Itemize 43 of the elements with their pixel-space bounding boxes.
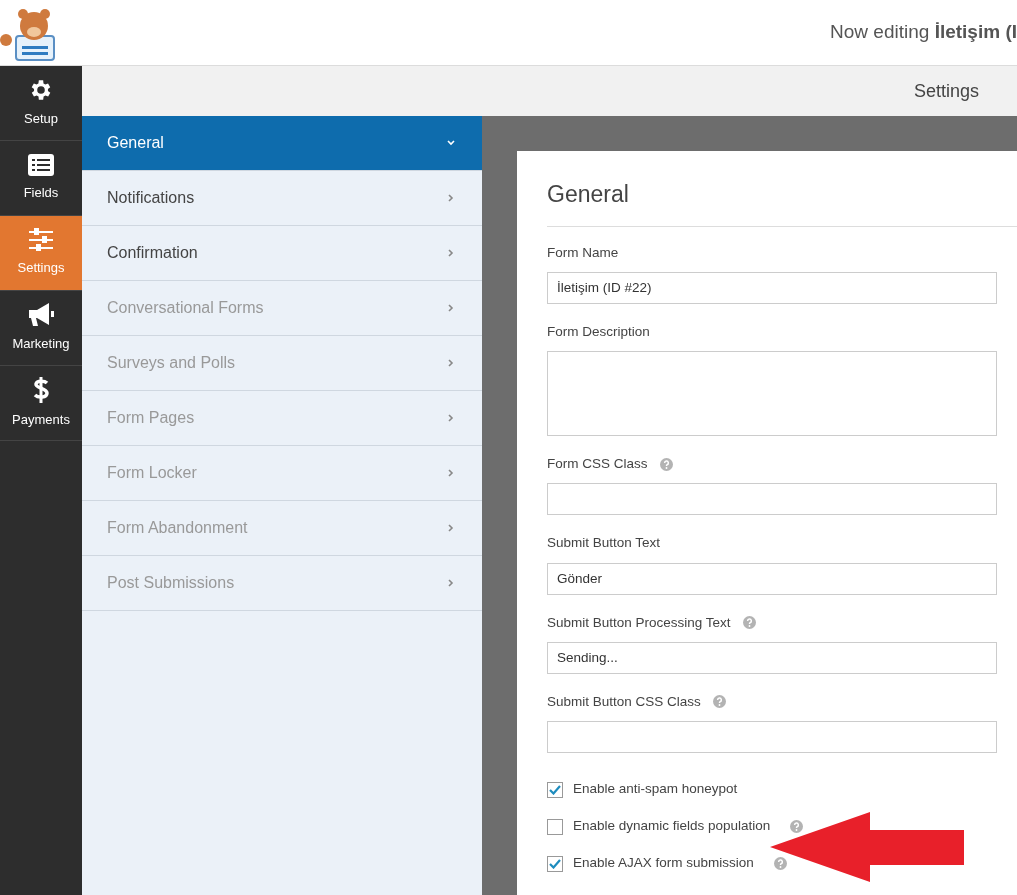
field-label: Form CSS Class <box>547 455 648 473</box>
help-icon[interactable] <box>790 820 804 833</box>
logo-icon <box>0 7 56 62</box>
toolbar-title: Settings <box>913 79 979 103</box>
field-label: Submit Button Processing Text <box>547 613 731 632</box>
checkbox-label: Enable dynamic fields population <box>573 817 771 836</box>
field-label: Form Name <box>547 243 619 262</box>
chevron-right-icon <box>446 248 456 258</box>
dollar-icon <box>32 376 50 405</box>
field-label: Submit Button CSS Class <box>547 692 701 711</box>
chevron-right-icon <box>446 578 456 588</box>
field-label: Form Description <box>547 322 650 341</box>
list-icon <box>27 153 55 178</box>
chevron-right-icon <box>446 523 456 533</box>
chevron-right-icon <box>446 413 456 423</box>
text-field[interactable]: Gönder <box>547 562 997 595</box>
field-label: Submit Button Text <box>547 534 661 553</box>
chevron-right-icon <box>446 468 456 478</box>
text-field[interactable]: Sending... <box>547 641 997 674</box>
checkbox[interactable] <box>547 781 563 798</box>
help-icon[interactable] <box>712 695 726 709</box>
help-icon[interactable] <box>773 857 787 870</box>
megaphone-icon <box>27 302 55 329</box>
help-icon[interactable] <box>659 457 673 471</box>
help-icon[interactable] <box>742 616 756 630</box>
checkmark-icon <box>549 784 561 795</box>
chevron-right-icon <box>446 193 456 203</box>
checkbox-label: Enable anti-spam honeypot <box>573 780 738 799</box>
text-field[interactable] <box>547 721 997 753</box>
text-field[interactable]: İletişim (ID #22) <box>547 271 997 304</box>
checkbox[interactable] <box>547 855 563 872</box>
text-field[interactable] <box>547 483 997 516</box>
checkmark-icon <box>549 858 561 869</box>
checkbox[interactable] <box>547 818 563 835</box>
chevron-right-icon <box>446 358 456 368</box>
settings-menu-item[interactable]: General <box>82 116 482 171</box>
description-field[interactable] <box>547 351 997 436</box>
sliders-icon <box>28 228 54 253</box>
checkbox-label: Enable AJAX form submission <box>573 854 754 873</box>
chevron-down-icon <box>446 138 456 148</box>
editing-title: Now editing İletişim (I <box>830 20 1017 45</box>
chevron-right-icon <box>446 303 456 313</box>
section-title: General <box>547 177 1017 227</box>
